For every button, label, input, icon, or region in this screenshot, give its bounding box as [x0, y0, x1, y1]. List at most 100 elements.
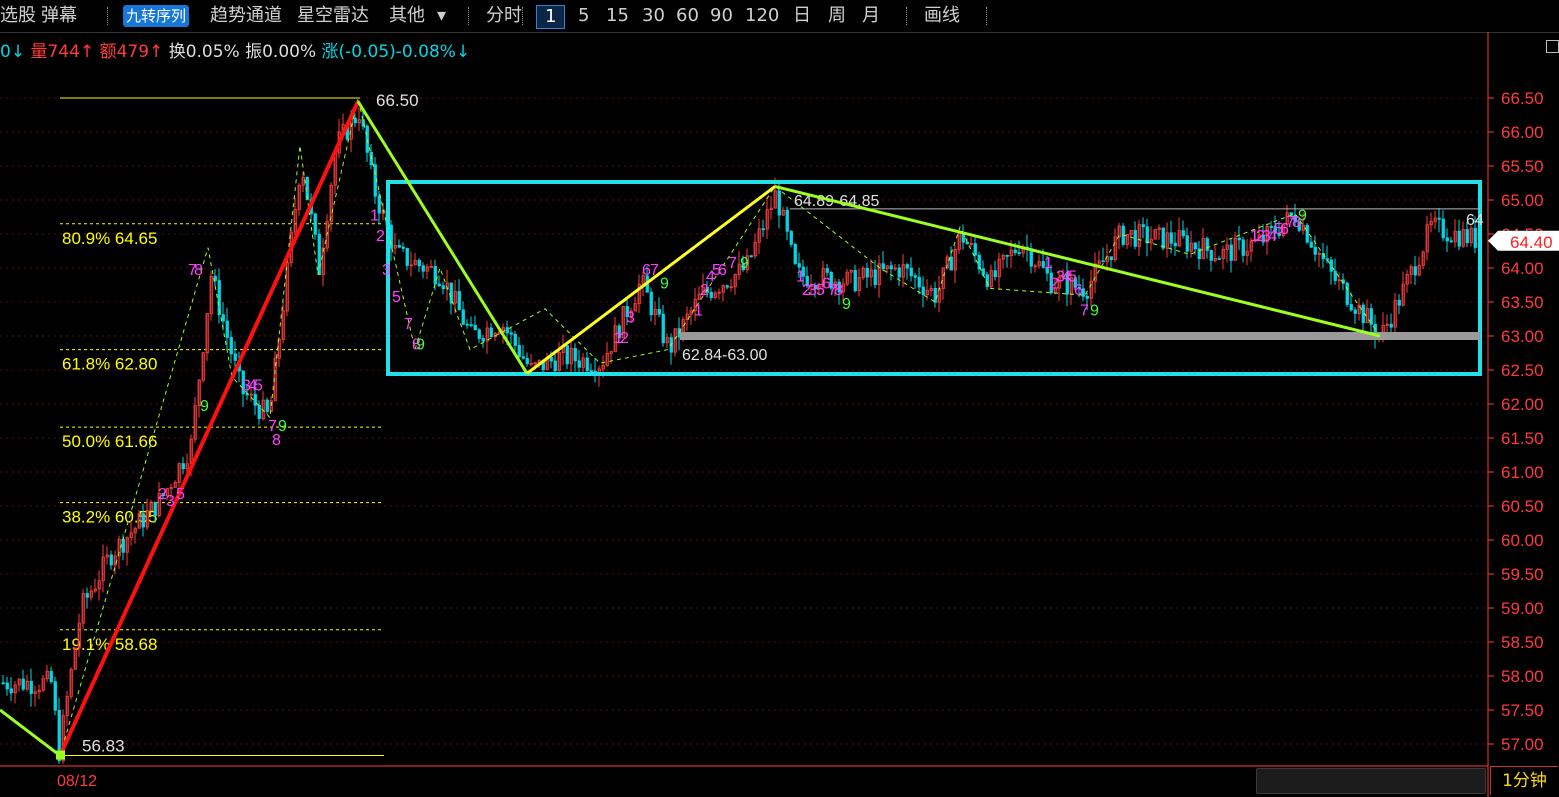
- toolbar-item[interactable]: 60: [676, 5, 699, 27]
- candle-body: [553, 360, 557, 372]
- price-tick-label: 58.00: [1501, 667, 1544, 686]
- candle-body: [921, 286, 925, 296]
- price-tick-label: 66.50: [1501, 89, 1544, 108]
- candle-body: [405, 247, 409, 266]
- candle-body: [441, 285, 445, 290]
- sequence-number-mark: 1: [694, 303, 703, 320]
- candle-body: [1313, 246, 1317, 255]
- candle-body: [1169, 232, 1173, 244]
- timeframe-label[interactable]: 1分钟: [1490, 766, 1558, 795]
- candle-body: [417, 259, 421, 267]
- candle-body: [913, 275, 917, 278]
- fib-level-label: 61.8% 62.80: [62, 355, 157, 374]
- toolbar-item[interactable]: 1: [536, 5, 566, 29]
- toolbar-item[interactable]: 90: [710, 5, 733, 27]
- edge-price-label: 64: [1466, 212, 1484, 229]
- candle-body: [1217, 258, 1221, 260]
- candle-body: [1329, 259, 1333, 272]
- candle-body: [1465, 229, 1469, 244]
- candle-body: [965, 241, 969, 245]
- x-axis-date-label: 08/12: [57, 773, 97, 790]
- more-dropdown-icon[interactable]: ▾: [437, 5, 446, 27]
- toolbar-separator: [107, 7, 110, 25]
- sequence-number-mark: 7: [728, 255, 737, 272]
- price-tick-label: 63.00: [1501, 327, 1544, 346]
- toolbar-item[interactable]: 星空雷达: [297, 5, 369, 27]
- price-tick-label: 62.50: [1501, 361, 1544, 380]
- candle-body: [933, 288, 937, 303]
- candle-body: [1441, 218, 1445, 239]
- candle-body: [181, 463, 185, 470]
- candle-body: [1241, 239, 1245, 256]
- sequence-number-mark: 6: [1074, 282, 1083, 299]
- price-tick-label: 59.00: [1501, 599, 1544, 618]
- candle-body: [525, 357, 529, 365]
- toolbar-item[interactable]: 月: [862, 5, 880, 27]
- sequence-number-mark: 9: [200, 398, 209, 415]
- toolbar-item[interactable]: 九转序列: [123, 5, 190, 27]
- sequence-number-mark: 3: [626, 309, 635, 326]
- candle-body: [1141, 224, 1145, 228]
- candle-body: [1017, 252, 1021, 254]
- toolbar-separator: [986, 7, 989, 25]
- sequence-number-mark: 9: [740, 255, 749, 272]
- candle-body: [373, 164, 377, 197]
- price-tick-label: 65.50: [1501, 157, 1544, 176]
- sequence-number-mark: 7: [650, 262, 659, 279]
- fib-level-label: 50.0% 61.66: [62, 432, 157, 451]
- candle-body: [1345, 282, 1349, 305]
- candle-body: [465, 323, 469, 326]
- candle-body: [1389, 323, 1393, 328]
- toolbar-item[interactable]: 选股: [0, 5, 36, 27]
- chart-toolbar: 选股 弹幕 九转序列 趋势通道 星空雷达 其他 ▾ 分时 1 5 15 30 60 90 120 日周月 画线: [0, 0, 1559, 33]
- candle-body: [865, 267, 869, 278]
- price-tick-label: 65.00: [1501, 191, 1544, 210]
- toolbar-item[interactable]: 画线: [924, 5, 960, 27]
- toolbar-item[interactable]: 5: [578, 5, 589, 27]
- candle-body: [85, 593, 89, 598]
- candle-body: [573, 348, 577, 362]
- candle-body: [153, 501, 157, 517]
- toolbar-item[interactable]: 分时: [486, 5, 522, 27]
- candle-body: [793, 244, 797, 264]
- toolbar-item[interactable]: 趋势通道: [210, 5, 282, 27]
- sequence-number-mark: 9: [278, 418, 287, 435]
- candle-body: [353, 117, 357, 124]
- toolbar-separator: [522, 7, 525, 25]
- price-tick-label: 60.00: [1501, 531, 1544, 550]
- toolbar-item[interactable]: 弹幕: [41, 5, 77, 27]
- candle-body: [1473, 227, 1477, 248]
- candle-body: [1085, 295, 1089, 299]
- toolbar-item[interactable]: 15: [606, 5, 629, 27]
- candle-body: [873, 269, 877, 286]
- low-point-marker: [56, 750, 65, 760]
- candle-body: [53, 681, 57, 711]
- price-tick-label: 58.50: [1501, 633, 1544, 652]
- candle-body: [1349, 304, 1353, 311]
- toolbar-item[interactable]: 其他: [389, 5, 425, 27]
- price-tick-label: 64.00: [1501, 259, 1544, 278]
- candle-body: [897, 267, 901, 278]
- candle-body: [777, 190, 781, 216]
- chart-scrollbar[interactable]: [1256, 768, 1486, 794]
- sequence-number-mark: 1: [1044, 255, 1053, 272]
- price-tick-label: 62.00: [1501, 395, 1544, 414]
- candle-body: [1133, 230, 1137, 247]
- toolbar-item[interactable]: 30: [642, 5, 665, 27]
- candle-body: [1445, 237, 1449, 242]
- price-chart[interactable]: 66.5066.0065.5065.0064.5064.0063.5063.00…: [0, 32, 1559, 797]
- candle-body: [365, 125, 369, 153]
- sequence-number-mark: 1: [370, 207, 379, 224]
- sequence-number-mark: 5: [392, 289, 401, 306]
- sequence-number-mark: 7: [1080, 303, 1089, 320]
- toolbar-item[interactable]: 120: [745, 5, 779, 27]
- trend-line-up2: [526, 185, 776, 375]
- candle-body: [993, 270, 997, 278]
- candle-body: [881, 263, 885, 270]
- toolbar-item[interactable]: 日: [793, 5, 811, 27]
- candle-body: [5, 682, 9, 690]
- toolbar-item[interactable]: 周: [828, 5, 846, 27]
- candle-body: [1101, 260, 1105, 263]
- candle-body: [421, 265, 425, 272]
- sequence-number-mark: 9: [1090, 303, 1099, 320]
